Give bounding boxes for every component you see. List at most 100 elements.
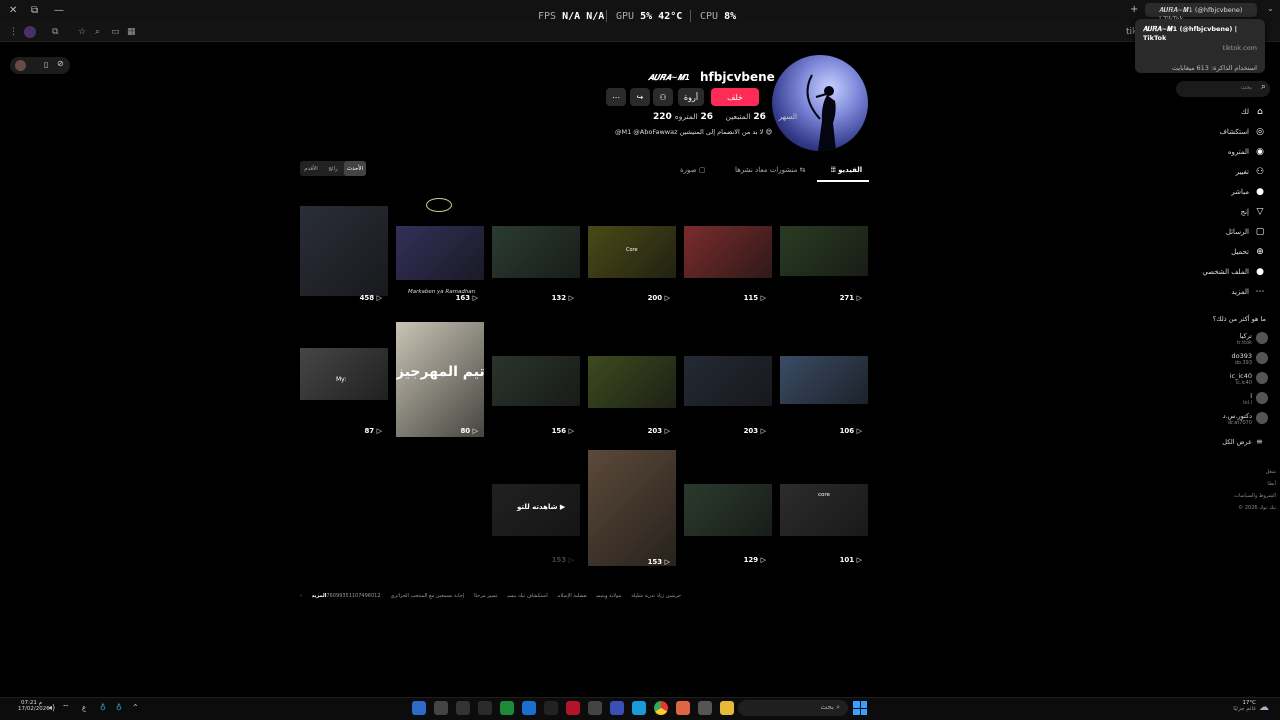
stat-following[interactable]: 26المتروه [675, 112, 716, 122]
video-item[interactable]: 203 ▷ [588, 322, 676, 437]
follow-button[interactable]: خلف [711, 88, 759, 106]
sidebar-item[interactable]: المتروه ◉ [1228, 146, 1266, 158]
search-input[interactable]: بحث ⌕ [1176, 81, 1270, 97]
sidebar-item[interactable]: الرسائل ▢ [1226, 226, 1266, 238]
video-item[interactable]: 153 ▷ [588, 450, 676, 568]
related-search-chip[interactable]: فشلية الإسلام [558, 593, 587, 599]
video-item[interactable]: 156 ▷ [492, 322, 580, 437]
tab-reposts[interactable]: منشورات معاد نشرها ⇆ [735, 166, 805, 174]
related-more-label[interactable]: المزيد [312, 593, 327, 599]
xbox-icon[interactable] [500, 701, 514, 715]
sidebar-item[interactable]: الملف الشخصي ● [1202, 266, 1266, 278]
app-icon[interactable] [522, 701, 536, 715]
related-search-chip[interactable]: استكشاف تيك بيسي [507, 593, 547, 599]
watched-label[interactable]: شاهدته للتو ▶ [517, 503, 565, 511]
clock[interactable]: 07:21 م 17/02/2026 [18, 700, 50, 712]
brave-icon[interactable] [676, 701, 690, 715]
sort-latest[interactable]: الأحدث [344, 161, 366, 176]
cast-icon[interactable]: ▭ [111, 27, 120, 37]
sidebar-item[interactable]: لك ⌂ [1241, 106, 1266, 118]
windows-start-icon[interactable] [853, 701, 867, 715]
phone-icon[interactable]: ▯ [44, 60, 48, 69]
restore-window-button[interactable]: ⧉ [31, 5, 38, 16]
suggested-account[interactable]: ic_ic40 ic.ic40 [1230, 372, 1268, 386]
video-item[interactable]: 271 ▷ [780, 206, 868, 304]
suggested-account[interactable]: دكتور.س.د dr.at7070 [1223, 412, 1268, 426]
chevron-down-icon[interactable]: ⌄ [1267, 4, 1274, 13]
video-item[interactable]: 106 ▷ [780, 322, 868, 437]
related-search-chip[interactable]: 76099351107496012 [326, 593, 380, 599]
more-options-button[interactable]: ⋯ [606, 88, 626, 106]
video-item[interactable]: 132 ▷ [492, 206, 580, 304]
network-icon[interactable]: ⌔ [62, 703, 70, 713]
friends-button[interactable]: أروة [678, 88, 704, 106]
related-search-chip[interactable]: تمييز مرحبًا [474, 593, 497, 599]
see-all-link[interactable]: عرض الكل [1222, 438, 1252, 446]
thumbnail-caption: My: [336, 376, 347, 383]
related-search-chip[interactable]: إجابة تسمعين مع المنتخب الجزائري [391, 593, 465, 599]
app-icon[interactable] [698, 701, 712, 715]
volume-icon[interactable]: ◂) [48, 703, 55, 712]
epic-games-icon[interactable] [478, 701, 492, 715]
share-icon: ↪ [636, 92, 644, 102]
close-window-button[interactable]: ✕ [9, 5, 17, 16]
video-item[interactable]: 129 ▷ [684, 450, 772, 566]
steam-icon[interactable] [544, 701, 558, 715]
new-tab-button[interactable]: + [1130, 4, 1138, 15]
video-item[interactable]: 200 ▷ [588, 206, 676, 304]
share-button[interactable]: ↪ [630, 88, 650, 106]
chrome-icon[interactable] [654, 701, 668, 715]
weather-widget[interactable]: 17°C غائم جزئيًا [1232, 700, 1256, 712]
related-search-chip[interactable]: مولاية ويتيمي [596, 593, 621, 599]
photos-icon[interactable] [412, 701, 426, 715]
browser-tab-active[interactable]: 𝑨𝑼𝑹𝑨~𝑴1 (@hfbjcvbene) | TikTok [1145, 3, 1257, 23]
menu-dots-icon[interactable]: ⋮ [9, 27, 18, 37]
sidebar-item[interactable]: استكشاف ◎ [1220, 126, 1266, 138]
profile-icon[interactable] [24, 26, 36, 38]
sidebar-item[interactable]: المزيد ⋯ [1231, 286, 1266, 298]
file-explorer-icon[interactable] [720, 701, 734, 715]
footer-link[interactable]: شغل [1230, 466, 1276, 478]
tab-photos[interactable]: صورة ▢ [680, 166, 705, 174]
sidebar-item[interactable]: مباشر ● [1231, 186, 1266, 198]
taskbar-search[interactable]: بحث ⌕ [738, 700, 848, 716]
discord-icon[interactable] [610, 701, 624, 715]
video-item[interactable]: 203 ▷ [684, 322, 772, 437]
chevron-up-icon[interactable]: ⌃ [132, 703, 139, 712]
microphone-icon[interactable]: ♁ [100, 703, 106, 712]
sort-popular[interactable]: رائج [322, 161, 344, 176]
minimize-window-button[interactable]: — [54, 5, 64, 16]
suggested-account[interactable]: do393 do.393 [1231, 352, 1268, 366]
capcut-icon[interactable] [456, 701, 470, 715]
sort-oldest[interactable]: الأقدم [300, 161, 322, 176]
video-item[interactable]: 458 ▷ [300, 206, 388, 304]
tab-videos[interactable]: ⦙⦙⦙ الفيديو [831, 166, 862, 175]
profile-avatar[interactable] [772, 55, 868, 151]
footer-link[interactable]: الشروط والسياسات [1230, 490, 1276, 502]
footer-link[interactable]: أيضًا [1230, 478, 1276, 490]
related-search-chip[interactable]: حرسين زياد تدرية شليلة [631, 593, 681, 599]
video-item[interactable]: 101 ▷ [780, 450, 868, 566]
bookmark-star-icon[interactable]: ☆ [78, 27, 86, 37]
sidebar-item[interactable]: تحميل ⊕ [1231, 246, 1266, 258]
suggested-account[interactable]: l lol.l [1243, 392, 1268, 406]
related-more-button[interactable]: ‹ [300, 593, 304, 599]
add-friend-button[interactable]: ⚇ [653, 88, 673, 106]
suggested-account[interactable]: تركيا tr.ttok [1237, 332, 1268, 346]
media-player-icon[interactable] [434, 701, 448, 715]
adobe-icon[interactable] [566, 701, 580, 715]
mic-in-use-icon[interactable]: ♁ [116, 703, 122, 712]
sidebar-item[interactable]: تغيير ⚇ [1236, 166, 1266, 178]
stat-followers[interactable]: 26المتبعين [726, 112, 769, 122]
extensions-icon[interactable]: ⧉ [52, 27, 58, 37]
settings-icon[interactable] [588, 701, 602, 715]
language-indicator[interactable]: ع [82, 704, 86, 712]
edge-icon[interactable] [632, 701, 646, 715]
zoom-icon[interactable]: ⌕ [95, 27, 100, 37]
media-widget[interactable]: ▯ ⊘ [10, 57, 70, 74]
search-icon[interactable]: ⌕ [1261, 82, 1266, 92]
sidebar-item[interactable]: إنج ▽ [1241, 206, 1266, 218]
video-item[interactable]: 115 ▷ [684, 206, 772, 304]
screenshot-icon[interactable]: ▦ [127, 27, 136, 37]
block-icon[interactable]: ⊘ [57, 59, 64, 68]
